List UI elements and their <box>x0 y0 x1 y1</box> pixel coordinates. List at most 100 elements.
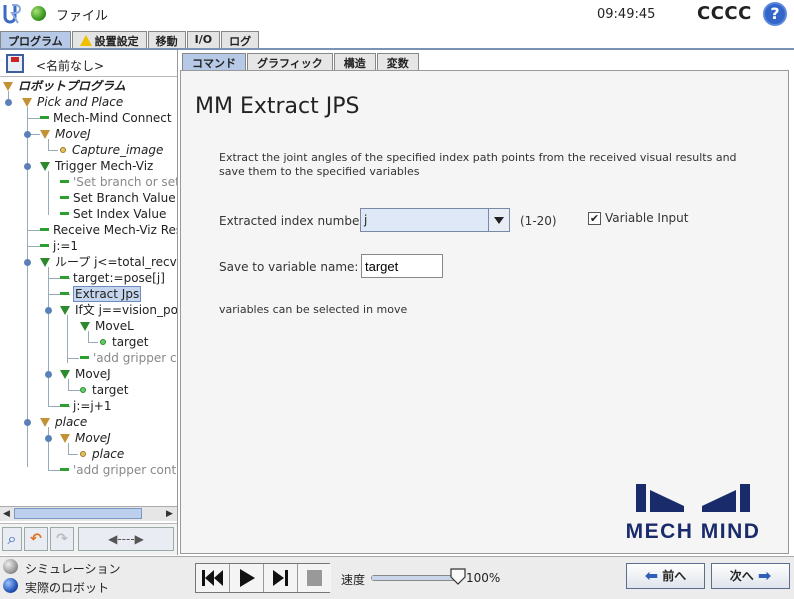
help-icon[interactable]: ? <box>763 2 787 26</box>
arrow-left-icon: ⬅ <box>644 566 659 585</box>
tab-log[interactable]: ログ <box>221 31 260 49</box>
polyscope-window: ファイル 09:49:45 CCCC ? プログラム 設置設定 移動 I/O ロ… <box>0 0 794 599</box>
command-bar-icon <box>40 244 49 247</box>
waypoint-icon <box>80 451 86 457</box>
tree-capture-image[interactable]: Capture_image <box>60 143 163 157</box>
tree-set-branch-value[interactable]: Set Branch Value <box>60 191 176 205</box>
mech-mind-logo: MECH MIND <box>626 484 759 542</box>
prev-button[interactable]: ⬅ 前へ <box>626 563 705 589</box>
save-icon[interactable] <box>6 54 24 73</box>
tree-trigger-viz[interactable]: Trigger Mech-Viz <box>40 159 153 173</box>
rewind-button[interactable] <box>196 564 230 592</box>
if-triangle-icon <box>60 306 70 315</box>
move-triangle-icon <box>60 434 70 443</box>
next-button[interactable]: 次へ ➡ <box>711 563 790 589</box>
tree-movej-3[interactable]: MoveJ <box>60 431 111 445</box>
tree-place-waypoint[interactable]: place <box>80 447 124 461</box>
tab-move[interactable]: 移動 <box>147 31 186 49</box>
tree-target-2[interactable]: target <box>80 383 129 397</box>
play-button[interactable] <box>230 564 264 592</box>
folder-triangle-icon <box>40 418 50 427</box>
robot-name: CCCC <box>697 3 752 24</box>
redo-icon[interactable]: ↷ <box>50 527 74 551</box>
command-tabs: コマンド グラフィック 構造 変数 <box>182 53 420 70</box>
scrollbar-thumb[interactable] <box>14 508 142 519</box>
folder-triangle-icon <box>22 98 32 107</box>
tab-installation[interactable]: 設置設定 <box>71 31 147 49</box>
command-bar-icon <box>60 468 69 471</box>
command-bar-icon <box>60 180 69 183</box>
speed-label: 速度 <box>341 573 366 587</box>
tree-loop[interactable]: ループ j<=total_recv <box>40 255 177 269</box>
tree-if[interactable]: If文 j==vision_poi <box>60 303 177 317</box>
title-bar <box>0 0 794 30</box>
simulation-label: シミュレーション <box>25 562 121 576</box>
robot-status-icon[interactable] <box>31 6 46 21</box>
tab-variables[interactable]: 変数 <box>376 53 419 70</box>
tab-command[interactable]: コマンド <box>182 53 246 70</box>
page-title: MM Extract JPS <box>195 94 360 119</box>
speed-slider-thumb[interactable] <box>450 568 466 585</box>
ur-logo-icon <box>3 4 21 24</box>
command-bar-icon <box>60 196 69 199</box>
move-note: variables can be selected in move <box>219 303 408 316</box>
move-node-arrows-icon[interactable]: ◀----▶ <box>78 527 174 551</box>
tree-target-1[interactable]: target <box>100 335 149 349</box>
save-variable-input[interactable] <box>361 254 443 278</box>
chevron-down-icon[interactable] <box>488 209 509 231</box>
tab-io[interactable]: I/O <box>186 31 221 49</box>
stop-button[interactable] <box>298 564 331 592</box>
command-bar-icon <box>60 404 69 407</box>
tree-place[interactable]: place <box>40 415 87 429</box>
command-bar-icon <box>40 116 49 119</box>
variable-input-checkbox[interactable]: ✔ <box>588 212 601 225</box>
simulation-radio[interactable] <box>3 559 18 574</box>
undo-icon[interactable]: ↶ <box>24 527 48 551</box>
tree-j-assign[interactable]: j:=1 <box>40 239 78 253</box>
search-icon[interactable]: ⌕ <box>2 527 22 551</box>
tree-root[interactable]: ロボットプログラム <box>3 79 126 93</box>
tree-extract-jps[interactable]: Extract Jps <box>60 286 142 302</box>
speed-slider-fill <box>372 576 458 580</box>
waypoint-icon <box>80 387 86 393</box>
tree-movel[interactable]: MoveL <box>80 319 134 333</box>
move-triangle-icon <box>40 130 50 139</box>
index-range: (1-20) <box>520 214 557 228</box>
tree-target-assign[interactable]: target:=pose[j] <box>60 271 165 285</box>
folder-triangle-icon <box>3 82 13 91</box>
real-robot-radio[interactable] <box>3 578 18 593</box>
scroll-right-icon[interactable]: ▶ <box>166 509 173 519</box>
file-menu[interactable]: ファイル <box>56 5 108 24</box>
step-icon <box>273 570 288 586</box>
tab-program[interactable]: プログラム <box>0 31 71 49</box>
tree-comment-set-branch[interactable]: 'Set branch or set i <box>60 175 177 189</box>
command-bar-icon <box>80 356 89 359</box>
variable-input-label: Variable Input <box>605 211 689 225</box>
tree-movej-1[interactable]: MoveJ <box>40 127 91 141</box>
folder-triangle-icon <box>40 162 50 171</box>
tree-comment-gripper-1[interactable]: 'add gripper co <box>80 351 177 365</box>
command-bar-icon <box>40 228 49 231</box>
tab-structure[interactable]: 構造 <box>333 53 376 70</box>
real-robot-label: 実際のロボット <box>25 581 110 595</box>
step-button[interactable] <box>264 564 298 592</box>
tree-receive-viz[interactable]: Receive Mech-Viz Res <box>40 223 177 237</box>
stop-icon <box>307 570 322 586</box>
clock: 09:49:45 <box>597 7 656 22</box>
tree-pick-and-place[interactable]: Pick and Place <box>22 95 123 109</box>
tree-movej-2[interactable]: MoveJ <box>60 367 111 381</box>
arrow-right-icon: ➡ <box>757 566 772 585</box>
program-name: <名前なし> <box>36 59 105 73</box>
playback-controls <box>195 563 331 593</box>
tree-comment-gripper-2[interactable]: 'add gripper contro <box>60 463 177 477</box>
tree-set-index-value[interactable]: Set Index Value <box>60 207 166 221</box>
tree-mm-connect[interactable]: Mech-Mind Connect <box>40 111 172 125</box>
move-triangle-icon <box>80 322 90 331</box>
tab-graphics[interactable]: グラフィック <box>247 53 333 70</box>
move-triangle-icon <box>60 370 70 379</box>
tree-j-increment[interactable]: j:=j+1 <box>60 399 111 413</box>
command-description: Extract the joint angles of the specifie… <box>219 151 737 178</box>
loop-triangle-icon <box>40 258 50 267</box>
warning-icon <box>79 35 92 46</box>
scroll-left-icon[interactable]: ◀ <box>3 509 10 519</box>
